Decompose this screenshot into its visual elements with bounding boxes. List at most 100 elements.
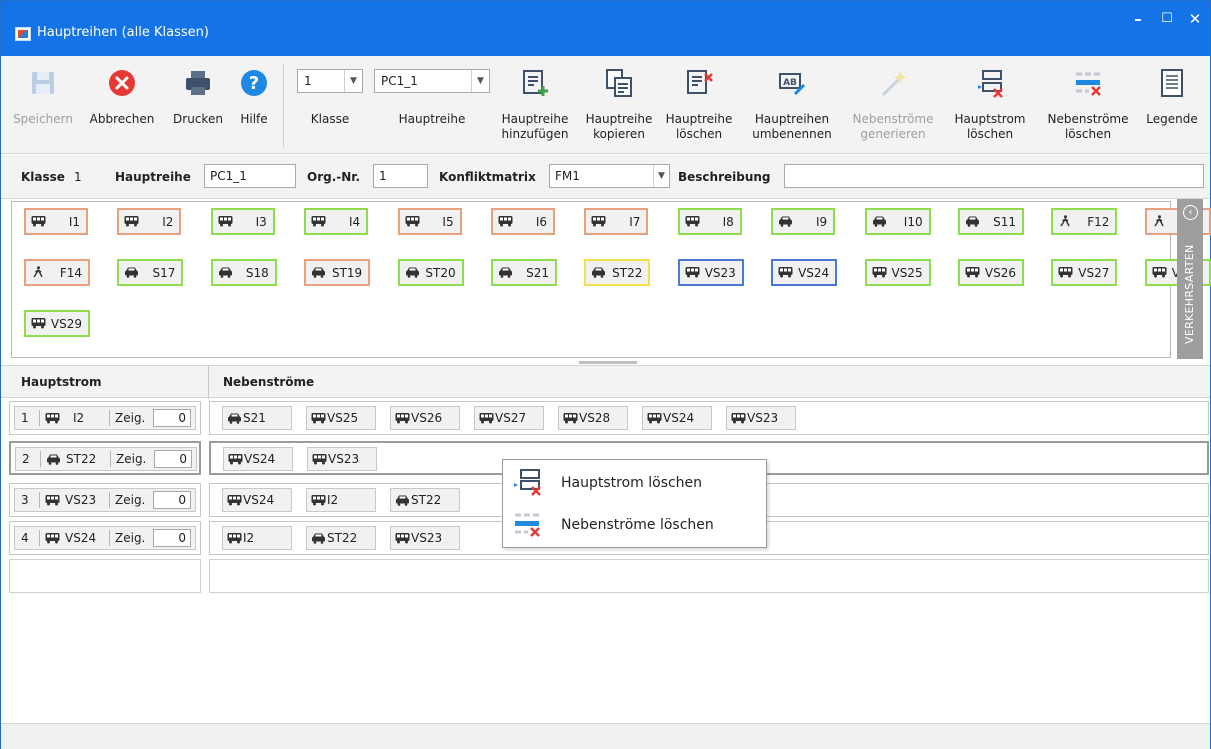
tile-i9[interactable]: I9 [771, 208, 836, 235]
main-stream-chip[interactable]: 1 I2 Zeig. 0 [14, 406, 196, 430]
add-series-button[interactable]: Hauptreihe hinzufügen [495, 56, 575, 154]
secondary-stream-chip[interactable]: I2 [222, 526, 292, 550]
orgnr-field-label: Org.-Nr. [307, 170, 361, 184]
tile-i10[interactable]: I10 [864, 208, 931, 235]
tile-vs25[interactable]: VS25 [864, 259, 931, 286]
legend-button[interactable]: Legende [1141, 56, 1203, 154]
delete-main-stream-button[interactable]: Hauptstrom löschen [945, 56, 1035, 154]
zeig-input[interactable]: 0 [153, 529, 191, 547]
bus-icon [563, 413, 578, 424]
rename-series-button[interactable]: AB Hauptreihen umbenennen [741, 56, 843, 154]
secondary-stream-chip[interactable]: S21 [222, 406, 292, 430]
tile-i8[interactable]: I8 [677, 208, 742, 235]
secondary-stream-chip[interactable]: VS24 [642, 406, 712, 430]
secondary-stream-chip[interactable]: VS27 [474, 406, 544, 430]
secondary-cell: S21 VS25 VS26 VS27 VS28 VS24 VS23 [209, 401, 1209, 435]
minimize-button[interactable]: – [1126, 9, 1150, 29]
tile-i2[interactable]: I2 [117, 208, 182, 235]
tile-vs23[interactable]: VS23 [677, 259, 744, 286]
tile-s21[interactable]: S21 [491, 259, 557, 286]
tile-s11[interactable]: S11 [958, 208, 1024, 235]
konflikt-select[interactable]: FM1 ▼ [549, 164, 670, 188]
tile-i1[interactable]: I1 [24, 208, 88, 235]
rename-icon: AB [779, 73, 806, 96]
tile-i7[interactable]: I7 [584, 208, 649, 235]
main-stream-chip[interactable]: 3 VS23 Zeig. 0 [14, 488, 196, 512]
save-button[interactable]: Speichern [7, 56, 79, 154]
hauptreihe-select[interactable]: PC1_1 ▼ [374, 69, 490, 93]
traffic-types-tab[interactable]: ‹ VERKEHRSARTEN [1177, 199, 1203, 359]
car-icon [312, 267, 326, 278]
secondary-stream-chip[interactable]: VS26 [390, 406, 460, 430]
print-button[interactable]: Drucken [165, 56, 231, 154]
menu-item-delete-main-stream[interactable]: Hauptstrom löschen [505, 462, 764, 504]
tile-i3[interactable]: I3 [210, 208, 275, 235]
tile-i5[interactable]: I5 [397, 208, 462, 235]
maximize-button[interactable]: ☐ [1155, 9, 1179, 29]
tile-f14[interactable]: F14 [24, 259, 90, 286]
status-bar [1, 723, 1210, 749]
secondary-stream-chip[interactable]: I2 [306, 488, 376, 512]
col-divider[interactable] [208, 366, 209, 399]
splitter-handle[interactable] [579, 361, 637, 364]
tile-s18[interactable]: S18 [210, 259, 277, 286]
bus-icon [218, 216, 233, 227]
svg-text:?: ? [249, 73, 259, 94]
tile-label: S17 [152, 266, 176, 280]
zeig-input[interactable]: 0 [153, 491, 191, 509]
tile-label: VS24 [798, 266, 830, 280]
main-stream-chip[interactable]: 4 VS24 Zeig. 0 [14, 526, 196, 550]
delete-secondary-button[interactable]: Nebenströme löschen [1035, 56, 1141, 154]
menu-item-delete-secondary[interactable]: Nebenströme löschen [505, 504, 764, 546]
table-row[interactable]: 1 I2 Zeig. 0 S21 VS25 VS26 VS27 VS28 VS24 VS23 [9, 401, 1209, 435]
tile-st20[interactable]: ST20 [397, 259, 464, 286]
traffic-types-label: VERKEHRSARTEN [1183, 244, 1196, 344]
zeig-input[interactable]: 0 [154, 450, 192, 468]
tile-i4[interactable]: I4 [304, 208, 369, 235]
delete-series-button[interactable]: Hauptreihe löschen [661, 56, 737, 154]
zeig-input[interactable]: 0 [153, 409, 191, 427]
help-button[interactable]: ? Hilfe [231, 56, 277, 154]
car-icon [396, 495, 409, 506]
tile-st19[interactable]: ST19 [304, 259, 371, 286]
secondary-stream-chip[interactable]: VS23 [726, 406, 796, 430]
table-row-empty[interactable] [9, 559, 1209, 593]
tile-label: VS29 [50, 317, 82, 331]
secondary-stream-chip[interactable]: VS24 [222, 488, 292, 512]
tile-vs26[interactable]: VS26 [958, 259, 1024, 286]
bus-icon [228, 454, 243, 465]
cancel-button[interactable]: Abbrechen [85, 56, 159, 154]
car-icon [592, 267, 606, 278]
tile-vs27[interactable]: VS27 [1051, 259, 1118, 286]
secondary-stream-chip[interactable]: ST22 [390, 488, 460, 512]
bus-icon [312, 454, 327, 465]
hauptreihe-field[interactable]: PC1_1 [204, 164, 296, 188]
secondary-stream-chip[interactable]: ST22 [306, 526, 376, 550]
main-stream-chip[interactable]: 2 ST22 Zeig. 0 [15, 447, 197, 471]
copy-series-button[interactable]: Hauptreihe kopieren [579, 56, 659, 154]
close-button[interactable]: ✕ [1183, 9, 1207, 29]
tile-f12[interactable]: F12 [1051, 208, 1118, 235]
bus-icon [45, 495, 60, 506]
main-stream-label: VS23 [65, 493, 97, 507]
orgnr-field[interactable]: 1 [373, 164, 428, 188]
tile-vs29[interactable]: VS29 [24, 310, 90, 337]
secondary-stream-chip[interactable]: VS28 [558, 406, 628, 430]
tile-s17[interactable]: S17 [117, 259, 184, 286]
secondary-stream-label: ST22 [327, 531, 358, 545]
bus-icon [479, 413, 494, 424]
klasse-select[interactable]: 1 ▼ [297, 69, 363, 93]
beschreibung-field[interactable] [784, 164, 1204, 188]
tile-i6[interactable]: I6 [491, 208, 555, 235]
secondary-stream-chip[interactable]: VS23 [307, 447, 377, 471]
secondary-stream-chip[interactable]: VS24 [223, 447, 293, 471]
tile-label: VS27 [1078, 266, 1110, 280]
tile-label: VS23 [704, 266, 736, 280]
car-icon [405, 267, 419, 278]
generate-secondary-button[interactable]: Nebenströme generieren [843, 56, 943, 154]
secondary-stream-chip[interactable]: VS25 [306, 406, 376, 430]
secondary-stream-chip[interactable]: VS23 [390, 526, 460, 550]
tile-st22[interactable]: ST22 [584, 259, 651, 286]
secondary-stream-label: VS27 [495, 411, 527, 425]
tile-vs24[interactable]: VS24 [771, 259, 838, 286]
